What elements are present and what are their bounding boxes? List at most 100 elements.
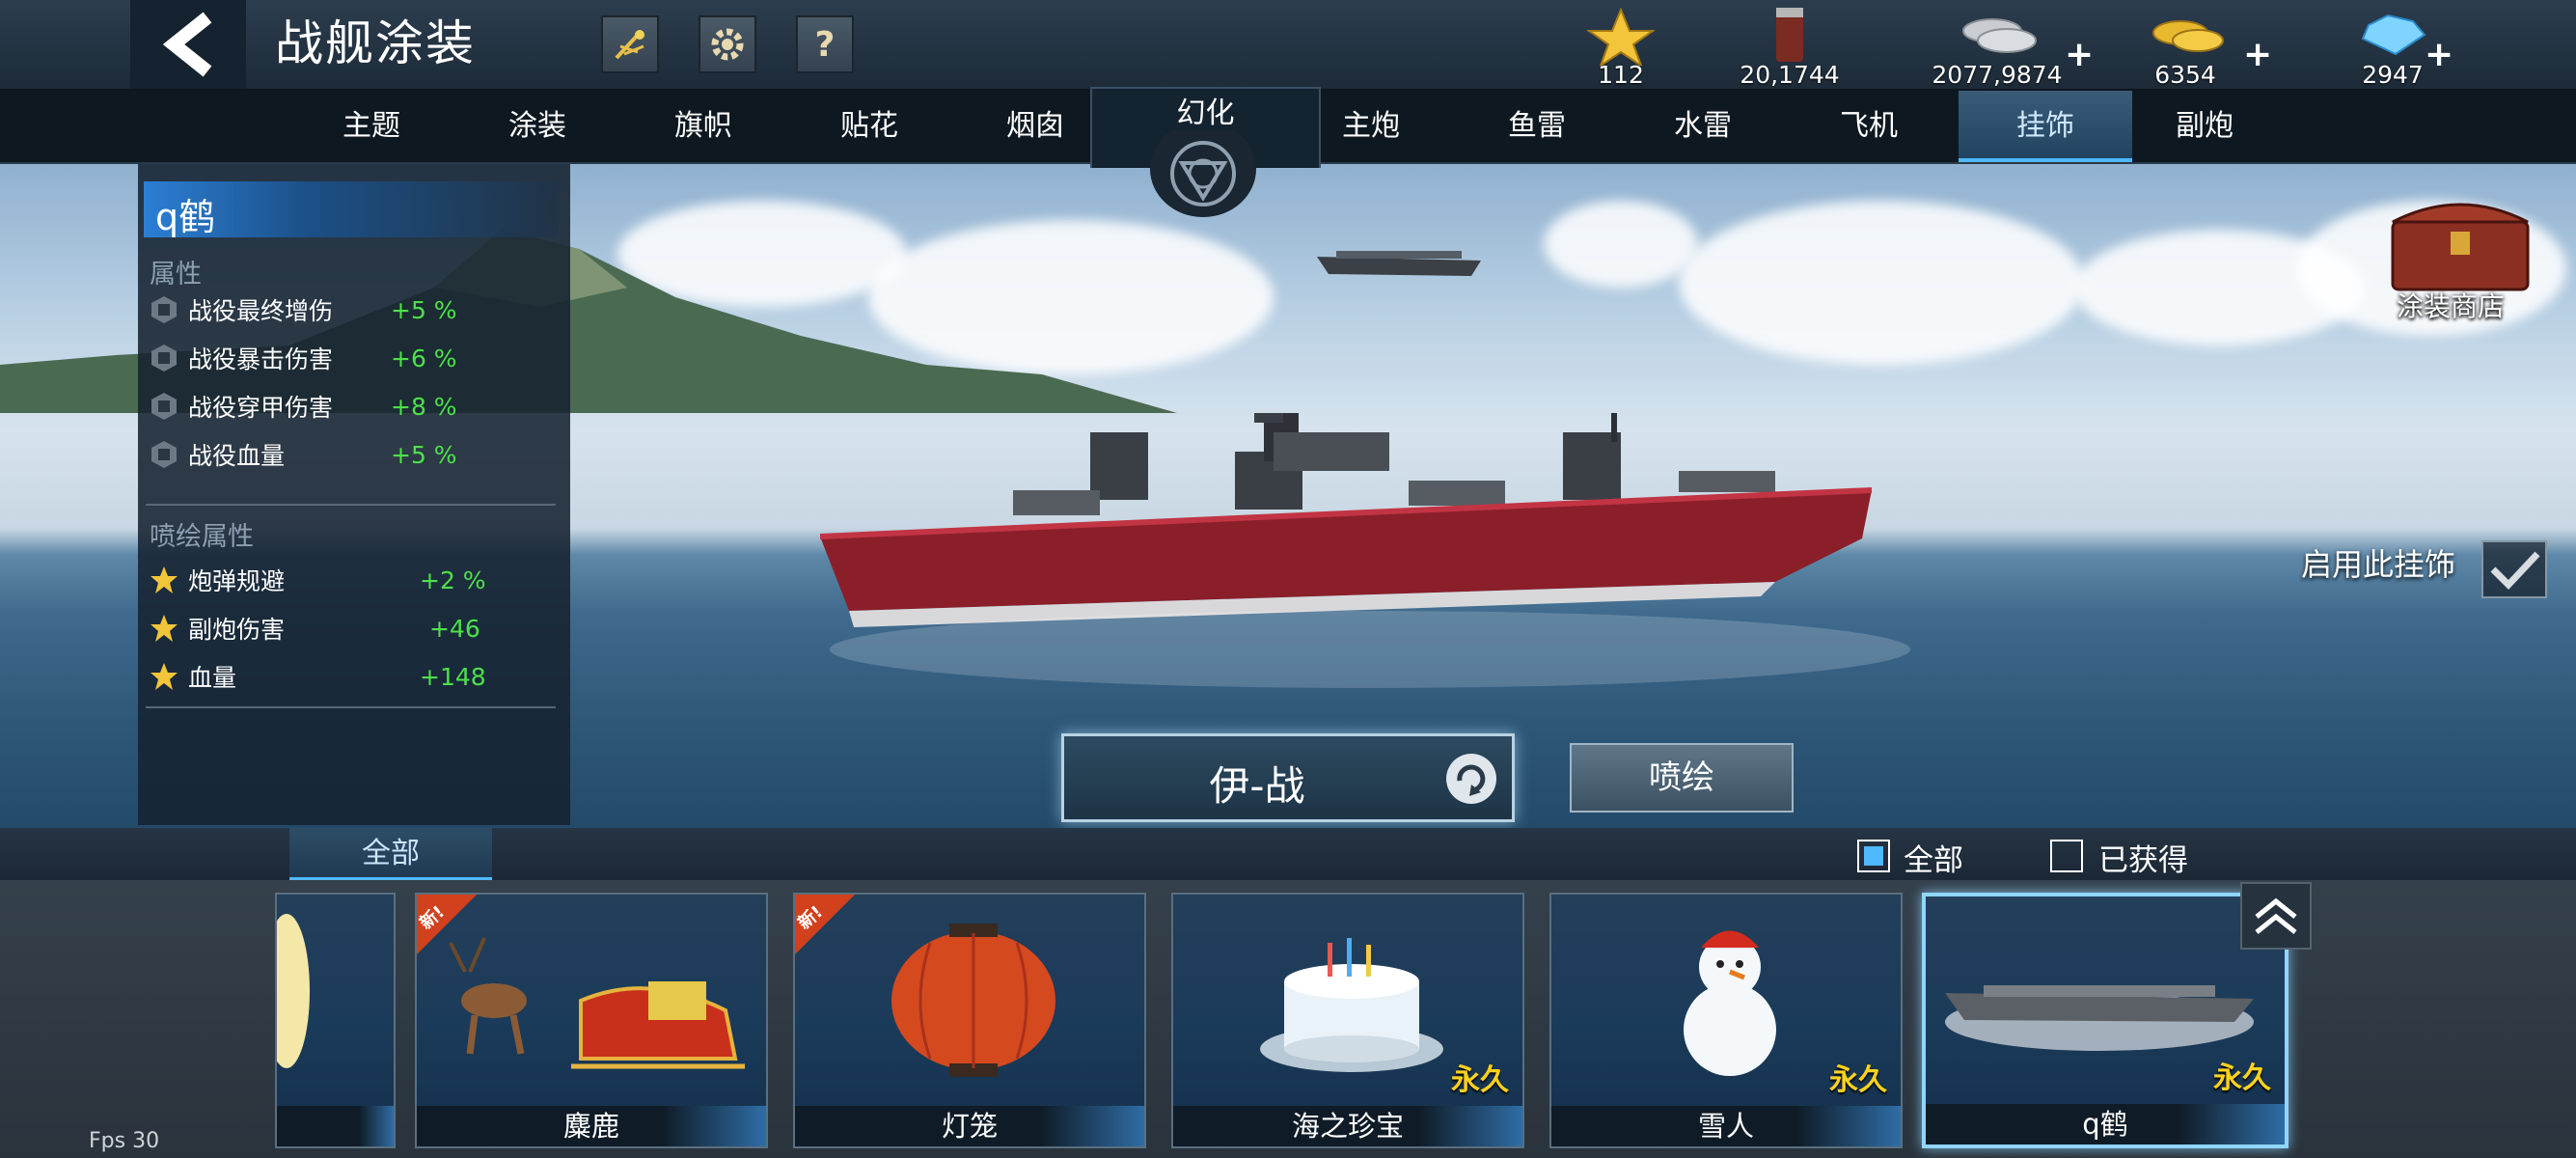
resource-paint: 20,1744 bbox=[1727, 8, 1852, 89]
attr-label: 副炮伤害 bbox=[188, 616, 286, 644]
attr-value: +5 % bbox=[391, 295, 457, 324]
filter-all-label: 全部 bbox=[1904, 843, 1963, 878]
spray-attr-row: 炮弹规避 +2 % bbox=[150, 558, 486, 602]
refresh-icon[interactable] bbox=[1442, 750, 1500, 808]
permanent-badge: 永久 bbox=[1829, 1063, 1887, 1097]
permanent-badge: 永久 bbox=[2213, 1062, 2271, 1095]
tab-flag[interactable]: 旗帜 bbox=[621, 91, 785, 162]
filter-owned-checkbox[interactable] bbox=[2050, 840, 2083, 872]
star-attribute-icon bbox=[151, 663, 178, 690]
spray-button[interactable]: 喷绘 bbox=[1570, 743, 1794, 813]
star-attribute-icon bbox=[151, 566, 178, 593]
attr-value: +46 bbox=[429, 614, 480, 643]
filter-tab-all[interactable]: 全部 bbox=[289, 828, 492, 880]
silver-coins-icon bbox=[1962, 18, 2037, 53]
attr-value: +8 % bbox=[391, 392, 457, 421]
transform-emblem-icon bbox=[1150, 130, 1256, 217]
page-title: 战舰涂装 bbox=[275, 15, 476, 71]
tab-ornament[interactable]: 挂饰 bbox=[1959, 91, 2132, 162]
spray-attr-row: 副炮伤害 +46 bbox=[150, 606, 480, 650]
item-card-q-crane[interactable]: 永久 q鹤 bbox=[1922, 893, 2288, 1148]
attr-value: +148 bbox=[420, 662, 486, 691]
flying-carrier-ornament bbox=[1317, 251, 1481, 276]
tab-paint[interactable]: 涂装 bbox=[455, 91, 619, 162]
star-attribute-icon bbox=[151, 615, 178, 642]
item-name bbox=[277, 1106, 394, 1146]
resource-gold: 6354 bbox=[2123, 8, 2248, 89]
attr-row: 战役暴击伤害 +6 % bbox=[150, 336, 457, 380]
hex-attribute-icon bbox=[151, 345, 177, 372]
resource-star: 112 bbox=[1582, 8, 1659, 89]
ornament-partial-icon bbox=[277, 914, 310, 1068]
fireworks-button[interactable] bbox=[601, 15, 659, 73]
divider bbox=[146, 706, 556, 708]
spray-attributes-heading: 喷绘属性 bbox=[150, 522, 254, 552]
hex-attribute-icon bbox=[151, 441, 177, 468]
filter-all-checkbox[interactable] bbox=[1857, 840, 1890, 872]
attr-label: 战役血量 bbox=[188, 442, 286, 470]
add-gold-button[interactable]: + bbox=[2243, 35, 2272, 74]
item-name: 灯笼 bbox=[795, 1106, 1144, 1146]
add-silver-button[interactable]: + bbox=[2065, 35, 2094, 74]
tab-secondary-gun[interactable]: 副炮 bbox=[2123, 91, 2287, 162]
chevron-left-icon bbox=[162, 12, 212, 77]
collapse-button[interactable] bbox=[2240, 882, 2312, 950]
tab-decal[interactable]: 贴花 bbox=[787, 91, 951, 162]
attr-label: 战役最终增伤 bbox=[188, 297, 334, 325]
attribute-panel: q鹤 属性 战役最终增伤 +5 % 战役暴击伤害 +6 % 战役穿甲伤害 +8 … bbox=[138, 164, 570, 825]
enable-ornament-checkbox[interactable] bbox=[2481, 540, 2547, 598]
item-name-banner: q鹤 bbox=[144, 181, 559, 238]
tab-mine[interactable]: 水雷 bbox=[1621, 91, 1785, 162]
checkmark-icon bbox=[2490, 551, 2540, 591]
back-button[interactable] bbox=[130, 0, 246, 89]
attr-label: 血量 bbox=[188, 664, 237, 692]
enable-ornament-label: 启用此挂饰 bbox=[2301, 546, 2456, 583]
attr-label: 炮弹规避 bbox=[188, 567, 286, 595]
tab-torpedo[interactable]: 鱼雷 bbox=[1455, 91, 1619, 162]
fireworks-icon bbox=[615, 30, 644, 60]
permanent-badge: 永久 bbox=[1451, 1063, 1509, 1097]
question-icon: ? bbox=[814, 24, 836, 65]
item-name: q鹤 bbox=[1926, 1104, 2285, 1144]
gold-coins-icon bbox=[2152, 20, 2224, 52]
treasure-chest-icon bbox=[2391, 203, 2530, 291]
attr-row: 战役血量 +5 % bbox=[150, 432, 457, 477]
attributes-heading: 属性 bbox=[150, 260, 202, 290]
item-name: q鹤 bbox=[155, 196, 216, 238]
tab-aircraft[interactable]: 飞机 bbox=[1787, 91, 1951, 162]
hex-attribute-icon bbox=[151, 296, 177, 323]
attr-label: 战役穿甲伤害 bbox=[188, 394, 334, 422]
help-button[interactable]: ? bbox=[796, 15, 854, 73]
item-name: 雪人 bbox=[1551, 1106, 1901, 1146]
attr-value: +5 % bbox=[391, 440, 457, 469]
tab-theme[interactable]: 主题 bbox=[289, 91, 453, 162]
item-card-sea-treasure[interactable]: 永久 海之珍宝 bbox=[1171, 893, 1524, 1148]
divider bbox=[146, 504, 556, 506]
settings-button[interactable] bbox=[699, 15, 756, 73]
item-card-lantern[interactable]: 新! 灯笼 bbox=[793, 893, 1146, 1148]
gear-icon bbox=[711, 28, 744, 61]
fps-counter: Fps 30 bbox=[89, 1129, 160, 1153]
diamond-icon bbox=[2361, 14, 2426, 56]
item-card-snowman[interactable]: 永久 雪人 bbox=[1549, 893, 1903, 1148]
add-diamond-button[interactable]: + bbox=[2425, 35, 2453, 74]
attr-label: 战役暴击伤害 bbox=[188, 345, 334, 373]
star-icon bbox=[1587, 8, 1655, 66]
double-chevron-up-icon bbox=[2255, 897, 2297, 934]
filter-owned-label: 已获得 bbox=[2098, 843, 2188, 878]
attr-value: +2 % bbox=[420, 565, 486, 594]
top-bar: 战舰涂装 ? 112 20,1744 2077,9874 + 6354 + 29… bbox=[0, 0, 2576, 91]
attr-row: 战役最终增伤 +5 % bbox=[150, 288, 457, 332]
item-name: 麋鹿 bbox=[417, 1106, 766, 1146]
attr-value: +6 % bbox=[391, 344, 457, 372]
paint-shop-label: 涂装商店 bbox=[2397, 290, 2506, 322]
ship-name: 伊-战 bbox=[1209, 762, 1305, 810]
item-card-reindeer[interactable]: 新! 麋鹿 bbox=[415, 893, 768, 1148]
filter-all-checked-mark bbox=[1864, 846, 1883, 866]
item-card-partial[interactable] bbox=[275, 893, 396, 1148]
spray-attr-row: 血量 +148 bbox=[150, 654, 486, 699]
ship-selector[interactable]: 伊-战 bbox=[1061, 733, 1515, 822]
item-name: 海之珍宝 bbox=[1173, 1106, 1522, 1146]
resource-silver: 2077,9874 bbox=[1920, 8, 2074, 89]
paint-shop-button[interactable]: 涂装商店 bbox=[2354, 193, 2566, 328]
